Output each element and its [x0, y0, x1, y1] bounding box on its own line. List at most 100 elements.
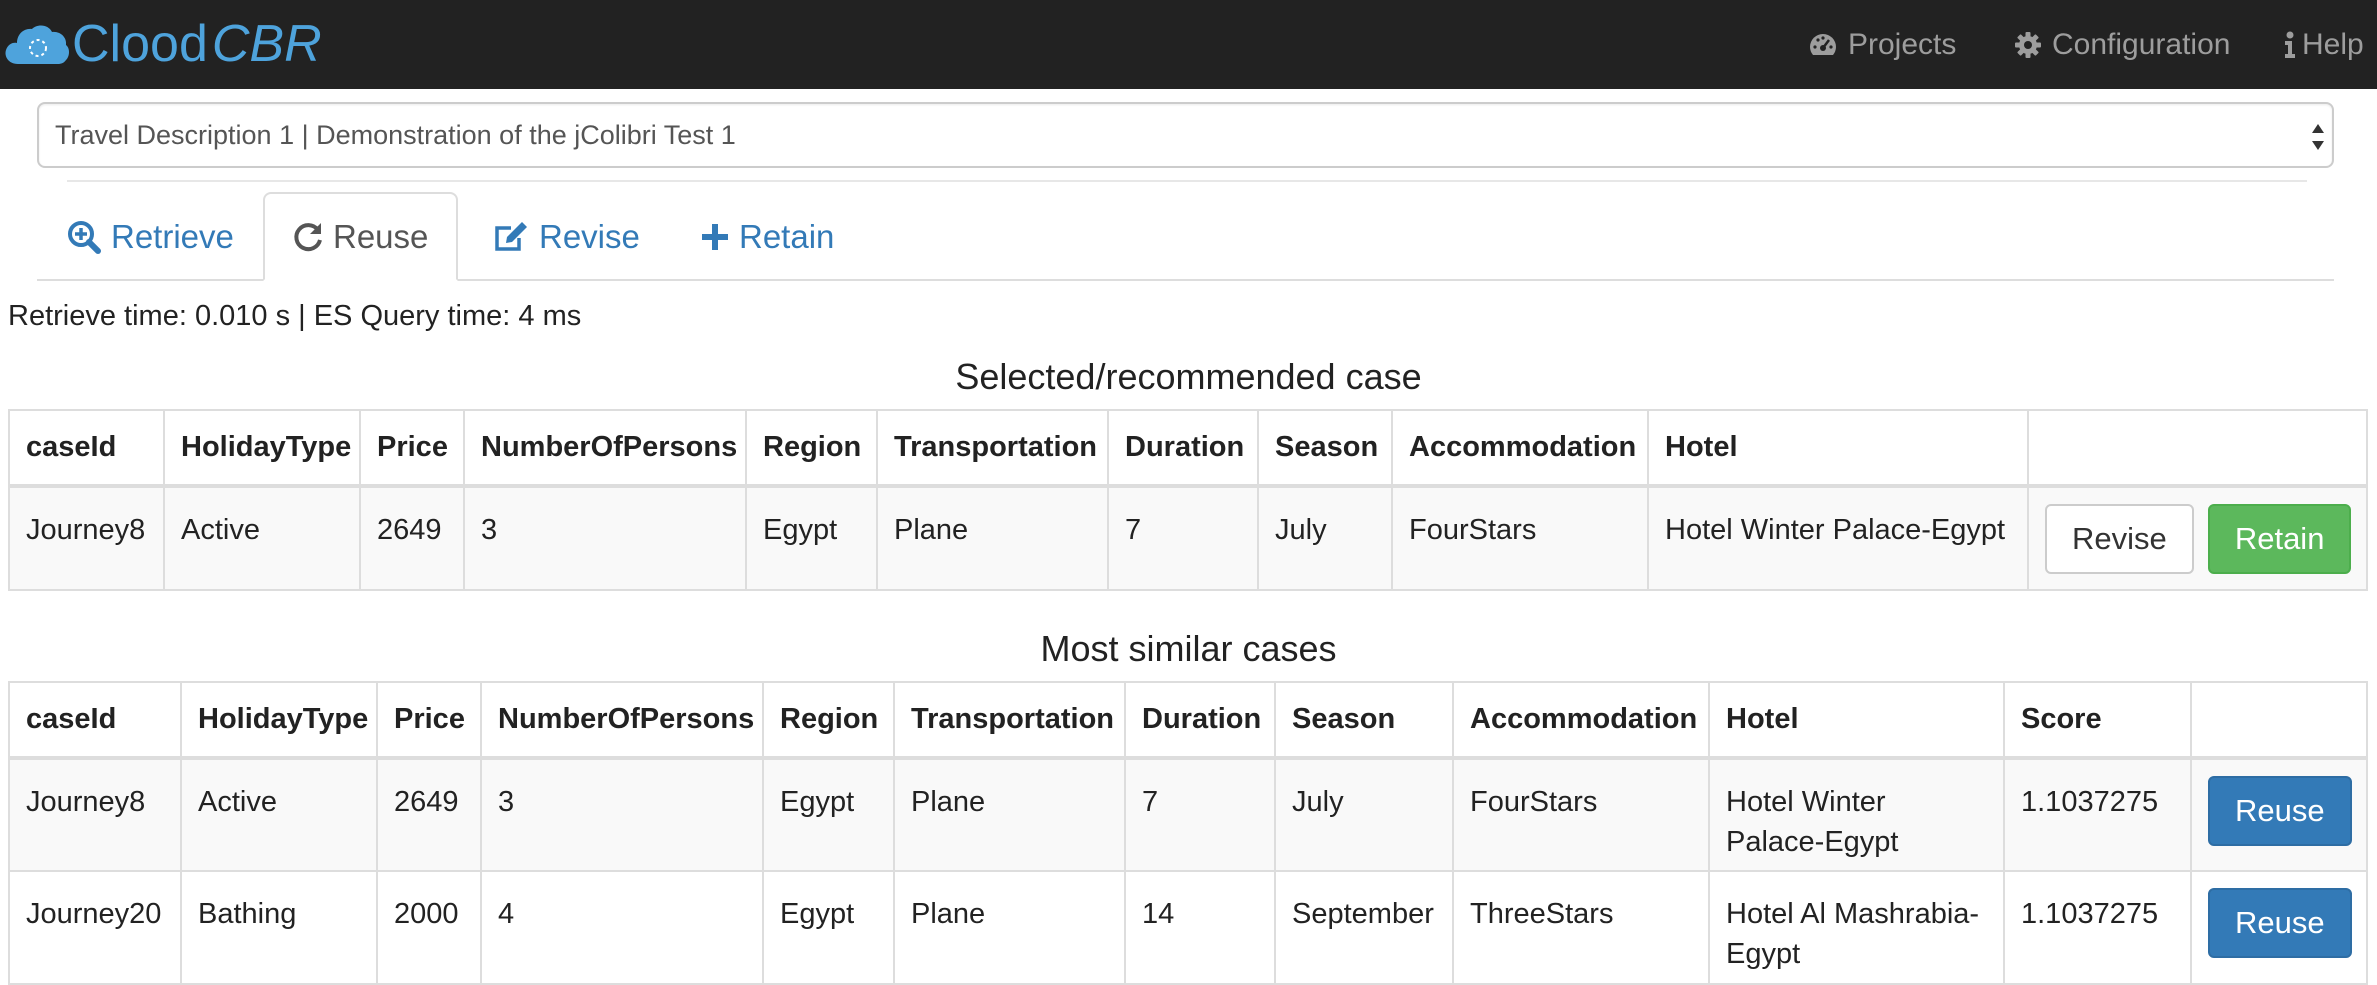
cell-price: 2649: [376, 757, 482, 872]
column-header: Duration: [1107, 409, 1259, 488]
column-header: caseId: [8, 409, 165, 488]
cloud-logo-icon: [5, 25, 69, 64]
cell-hotel: Hotel Winter Palace-Egypt: [1708, 757, 2005, 872]
tab-retain-label: Retain: [739, 217, 835, 255]
top-navbar: CloodCBR Projects Configuration Help: [0, 0, 2377, 89]
case-base-select[interactable]: Travel Description 1 | Demonstration of …: [37, 102, 2334, 168]
tab-retain[interactable]: Retain: [701, 192, 834, 281]
nav-projects-label: Projects: [1848, 27, 1957, 61]
cell-holiday-type: Active: [180, 757, 378, 872]
table-header-row: caseId HolidayType Price NumberOfPersons…: [8, 681, 2368, 760]
cbr-tabs: Retrieve Reuse Revise Retain: [37, 192, 2334, 281]
revise-button[interactable]: Revise: [2045, 504, 2194, 574]
column-header: Region: [762, 681, 895, 760]
nav-configuration[interactable]: Configuration: [2014, 0, 2230, 89]
tab-reuse-label: Reuse: [333, 217, 429, 255]
cell-season: July: [1257, 485, 1393, 591]
column-header: Price: [376, 681, 482, 760]
cell-score: 1.1037275: [2003, 870, 2192, 985]
cell-number-of-persons: 4: [480, 870, 764, 985]
column-header: Season: [1257, 409, 1393, 488]
selected-case-caption: Selected/recommended case: [955, 356, 1422, 397]
table-header-row: caseId HolidayType Price NumberOfPersons…: [8, 409, 2368, 488]
case-base-select-value: Travel Description 1 | Demonstration of …: [55, 120, 736, 150]
nav-projects[interactable]: Projects: [1808, 0, 1956, 89]
edit-icon: [495, 221, 527, 251]
cell-price: 2000: [376, 870, 482, 985]
similar-cases-caption: Most similar cases: [1040, 628, 1337, 669]
cell-number-of-persons: 3: [463, 485, 747, 591]
cell-transportation: Plane: [893, 757, 1126, 872]
cell-transportation: Plane: [876, 485, 1109, 591]
cell-actions: Reuse: [2190, 757, 2368, 872]
cell-holiday-type: Bathing: [180, 870, 378, 985]
column-header: HolidayType: [163, 409, 361, 488]
column-header: HolidayType: [180, 681, 378, 760]
column-header: Region: [745, 409, 878, 488]
search-plus-icon: [68, 220, 101, 254]
cell-accommodation: FourStars: [1391, 485, 1649, 591]
cell-number-of-persons: 3: [480, 757, 764, 872]
column-header: Season: [1274, 681, 1454, 760]
cell-accommodation: FourStars: [1452, 757, 1710, 872]
reuse-button[interactable]: Reuse: [2208, 888, 2352, 958]
cell-holiday-type: Active: [163, 485, 361, 591]
cell-duration: 7: [1107, 485, 1259, 591]
column-header: Accommodation: [1452, 681, 1710, 760]
reuse-button[interactable]: Reuse: [2208, 776, 2352, 846]
cell-actions: Reuse: [2190, 870, 2368, 985]
column-header: Price: [359, 409, 465, 488]
column-header: Hotel: [1708, 681, 2005, 760]
column-header: Score: [2003, 681, 2192, 760]
column-header: NumberOfPersons: [463, 409, 747, 488]
brand-logo[interactable]: CloodCBR: [4, 14, 322, 74]
column-header: NumberOfPersons: [480, 681, 764, 760]
tab-reuse[interactable]: Reuse: [263, 192, 458, 281]
cell-transportation: Plane: [893, 870, 1126, 985]
tab-revise-label: Revise: [539, 217, 640, 255]
nav-help-label: Help: [2302, 27, 2364, 61]
cell-duration: 14: [1124, 870, 1276, 985]
retain-button[interactable]: Retain: [2207, 504, 2352, 574]
divider: [67, 180, 2307, 182]
tab-retrieve[interactable]: Retrieve: [67, 192, 234, 281]
column-header: Duration: [1124, 681, 1276, 760]
column-header: caseId: [8, 681, 182, 760]
select-arrows-icon: [2312, 124, 2324, 150]
refresh-icon: [294, 222, 322, 251]
timing-info: Retrieve time: 0.010 s | ES Query time: …: [8, 300, 582, 332]
table-row: Journey20 Bathing 2000 4 Egypt Plane 14 …: [8, 870, 2368, 985]
column-header: Accommodation: [1391, 409, 1649, 488]
cell-duration: 7: [1124, 757, 1276, 872]
cell-actions: Revise Retain: [2027, 485, 2368, 591]
cell-score: 1.1037275: [2003, 757, 2192, 872]
column-header: [2027, 409, 2368, 488]
cell-hotel: Hotel Al Mashrabia-Egypt: [1708, 870, 2005, 985]
selected-case-table: caseId HolidayType Price NumberOfPersons…: [8, 409, 2368, 591]
cell-hotel: Hotel Winter Palace-Egypt: [1647, 485, 2029, 591]
tab-revise[interactable]: Revise: [493, 192, 640, 281]
table-row: Journey8 Active 2649 3 Egypt Plane 7 Jul…: [8, 757, 2368, 872]
nav-help[interactable]: Help: [2284, 0, 2364, 89]
cell-accommodation: ThreeStars: [1452, 870, 1710, 985]
cell-region: Egypt: [745, 485, 878, 591]
column-header: [2190, 681, 2368, 760]
cell-case-id: Journey8: [8, 485, 165, 591]
column-header: Transportation: [876, 409, 1109, 488]
plus-icon: [702, 223, 728, 250]
table-row: Journey8 Active 2649 3 Egypt Plane 7 Jul…: [8, 485, 2368, 591]
tab-retrieve-label: Retrieve: [111, 217, 234, 255]
column-header: Transportation: [893, 681, 1126, 760]
cell-region: Egypt: [762, 757, 895, 872]
cell-case-id: Journey20: [8, 870, 182, 985]
similar-cases-table: caseId HolidayType Price NumberOfPersons…: [8, 681, 2368, 985]
dashboard-icon: [1810, 33, 1836, 55]
brand-name: CloodCBR: [72, 15, 322, 73]
info-icon: [2285, 31, 2295, 58]
cell-price: 2649: [359, 485, 465, 591]
cell-season: July: [1274, 757, 1454, 872]
nav-configuration-label: Configuration: [2052, 27, 2231, 61]
cell-region: Egypt: [762, 870, 895, 985]
gear-icon: [2015, 31, 2041, 58]
column-header: Hotel: [1647, 409, 2029, 488]
